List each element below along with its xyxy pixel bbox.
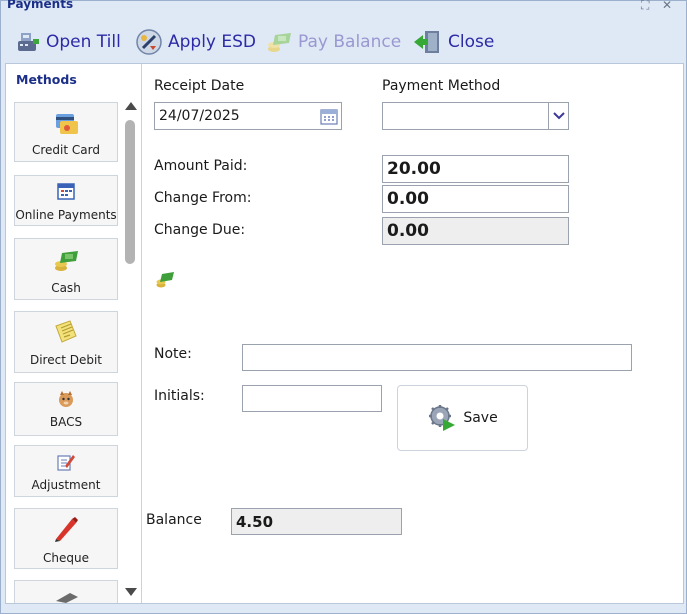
- pay-balance-button[interactable]: Pay Balance: [265, 27, 401, 57]
- method-adjustment[interactable]: Adjustment: [14, 445, 118, 497]
- close-label: Close: [448, 32, 495, 52]
- save-label: Save: [463, 410, 498, 426]
- esd-icon: [136, 29, 162, 55]
- note-field[interactable]: [242, 344, 632, 371]
- change-from-label: Change From:: [154, 190, 252, 206]
- receipt-date-value: 24/07/2025: [159, 108, 240, 124]
- apply-esd-button[interactable]: Apply ESD: [135, 27, 256, 57]
- cash-icon: [55, 251, 78, 271]
- credit-card-icon: [56, 114, 78, 134]
- change-from-field[interactable]: 0.00: [382, 185, 569, 213]
- amount-paid-field[interactable]: 20.00: [382, 155, 569, 183]
- payment-method-select[interactable]: [382, 102, 569, 130]
- method-label: Cash: [51, 281, 81, 295]
- pay-balance-label: Pay Balance: [298, 32, 402, 52]
- method-cash[interactable]: Cash: [14, 238, 118, 300]
- method-label: Cheque: [43, 551, 89, 565]
- title-bar: Payments ⛶ ✕: [1, 0, 686, 15]
- amount-paid-label: Amount Paid:: [154, 158, 248, 174]
- cheque-icon: [55, 517, 78, 542]
- scroll-thumb[interactable]: [125, 120, 135, 264]
- method-online-payments[interactable]: Online Payments: [14, 175, 118, 226]
- method-bacs[interactable]: BACS: [14, 382, 118, 436]
- bacs-icon: [59, 391, 73, 407]
- money-icon: [268, 33, 291, 52]
- adjustment-icon: [57, 455, 75, 471]
- change-due-field: 0.00: [382, 217, 569, 245]
- payment-form-panel: Methods Credit Card Online Payments Cash…: [5, 63, 684, 604]
- methods-scrollbar[interactable]: [123, 98, 137, 598]
- balance-label: Balance: [146, 512, 202, 528]
- payment-method-label: Payment Method: [382, 78, 501, 94]
- method-cheque[interactable]: Cheque: [14, 508, 118, 569]
- direct-debit-icon: [55, 320, 77, 343]
- method-credit-card[interactable]: Credit Card: [14, 102, 118, 162]
- close-window-icon[interactable]: ✕: [662, 0, 672, 12]
- maximize-icon[interactable]: ⛶: [641, 0, 649, 13]
- open-till-label: Open Till: [46, 32, 121, 52]
- scroll-down-arrow-icon[interactable]: [125, 588, 137, 596]
- toolbar: Open Till Apply ESD Pay Balance Close: [1, 15, 686, 63]
- method-label: BACS: [49, 415, 83, 429]
- money-icon[interactable]: [155, 271, 175, 289]
- cash-register-icon: [18, 33, 39, 51]
- methods-title: Methods: [16, 72, 77, 87]
- balance-field: 4.50: [231, 508, 402, 535]
- gear-play-icon: [429, 405, 456, 431]
- method-direct-debit[interactable]: Direct Debit: [14, 311, 118, 373]
- window-title: Payments: [7, 0, 74, 11]
- close-button[interactable]: Close: [413, 27, 494, 57]
- payments-window: Payments ⛶ ✕ Open Till Apply ESD Pay Bal…: [0, 0, 687, 614]
- more-method-icon: [56, 593, 78, 603]
- apply-esd-label: Apply ESD: [168, 32, 257, 52]
- methods-sidebar: Methods Credit Card Online Payments Cash…: [6, 64, 142, 603]
- method-more[interactable]: [14, 580, 118, 603]
- online-payments-icon: [57, 183, 75, 200]
- change-due-label: Change Due:: [154, 222, 246, 238]
- initials-field[interactable]: [242, 385, 382, 412]
- initials-label: Initials:: [154, 388, 205, 404]
- receipt-date-label: Receipt Date: [154, 78, 245, 94]
- save-button[interactable]: Save: [397, 385, 528, 451]
- note-label: Note:: [154, 346, 192, 362]
- calendar-icon[interactable]: [319, 106, 339, 126]
- scroll-up-arrow-icon[interactable]: [125, 102, 137, 110]
- open-till-button[interactable]: Open Till: [15, 27, 121, 57]
- receipt-date-field[interactable]: 24/07/2025: [154, 102, 342, 130]
- method-label: Credit Card: [32, 143, 100, 157]
- method-label: Online Payments: [15, 208, 117, 222]
- method-label: Direct Debit: [29, 353, 103, 367]
- exit-door-icon: [414, 31, 439, 53]
- chevron-down-icon[interactable]: [548, 103, 568, 129]
- method-label: Adjustment: [31, 478, 101, 492]
